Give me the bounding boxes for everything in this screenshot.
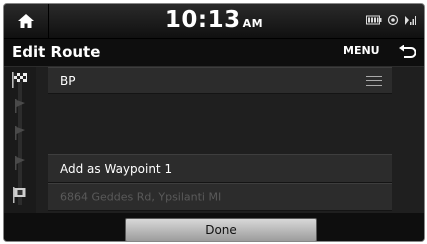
route-item-label: Add as Waypoint 1 — [60, 161, 173, 176]
waypoint-flag-icon — [15, 99, 25, 113]
route-rail — [4, 67, 36, 213]
route-item-destination: 6864 Geddes Rd, Ypsilanti MI — [48, 183, 392, 211]
drag-handle-icon[interactable] — [366, 75, 382, 86]
title-bar: Edit Route MENU — [4, 39, 424, 67]
page-title: Edit Route — [12, 43, 101, 61]
done-button[interactable]: Done — [125, 218, 317, 241]
route-item-label: BP — [60, 73, 76, 88]
checkered-flag-icon — [12, 72, 27, 88]
ampm-text: AM — [242, 17, 264, 30]
clock: 10:13 AM — [4, 7, 424, 33]
route-item-waypoint[interactable]: Add as Waypoint 1 — [48, 154, 392, 183]
menu-button[interactable]: MENU — [343, 44, 380, 57]
time-text: 10:13 — [164, 7, 241, 33]
status-bar: 10:13 AM — [4, 4, 424, 39]
waypoint-flag-icon — [15, 156, 25, 170]
route-item-start[interactable]: BP — [48, 67, 392, 94]
back-button[interactable] — [396, 42, 418, 64]
screen: 10:13 AM Edit Route MENU BP Add as Waypo… — [3, 3, 425, 242]
route-item-label: 6864 Geddes Rd, Ypsilanti MI — [60, 190, 222, 204]
signal-icon — [405, 16, 416, 25]
battery-icon — [366, 15, 382, 25]
status-icons — [366, 14, 416, 26]
bottom-bar: Done — [4, 213, 424, 241]
navigation-gps-icon — [387, 14, 399, 26]
waypoint-flag-icon — [15, 126, 25, 140]
destination-flag-icon — [13, 187, 26, 203]
back-arrow-icon — [399, 45, 416, 58]
